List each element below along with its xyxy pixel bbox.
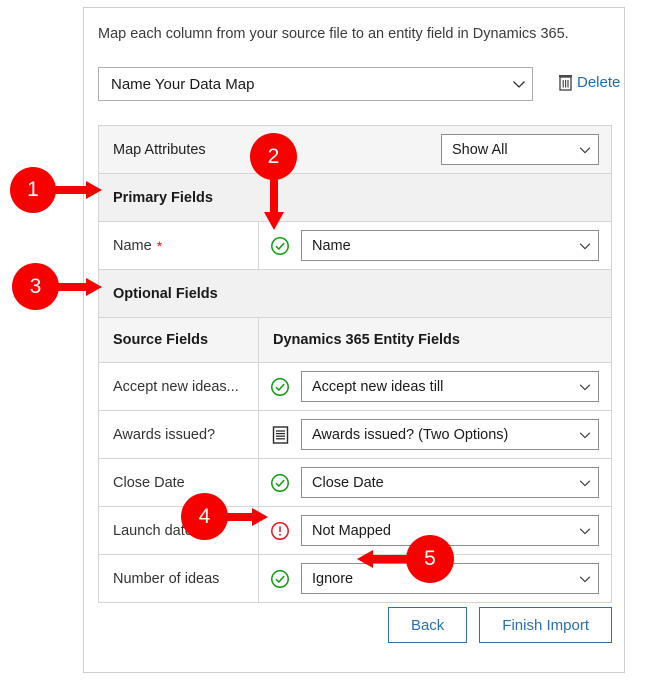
check-circle-icon	[270, 377, 290, 397]
required-asterisk: *	[156, 237, 163, 254]
target-field-select[interactable]: Awards issued? (Two Options)	[301, 419, 599, 450]
source-field-label: Awards issued?	[113, 426, 216, 443]
section-label: Primary Fields	[113, 189, 213, 206]
dialog-footer: Back Finish Import	[84, 607, 626, 643]
source-field-cell: Accept new ideas...	[99, 363, 259, 410]
target-field-select[interactable]: Close Date	[301, 467, 599, 498]
field-mapping-table: Map Attributes Show All Primary Fields N…	[98, 125, 612, 603]
column-header-row: Source Fields Dynamics 365 Entity Fields	[99, 318, 611, 363]
chevron-down-icon	[572, 143, 598, 157]
callout-number: 4	[198, 504, 211, 528]
target-field-cell: Not Mapped	[301, 515, 611, 546]
section-header-optional-fields: Optional Fields	[99, 270, 611, 318]
table-row: Awards issued? Awards issued? (Two Optio…	[99, 411, 611, 459]
target-field-cell: Accept new ideas till	[301, 371, 611, 402]
check-circle-icon	[270, 569, 290, 589]
status-cell	[259, 377, 301, 397]
delete-label: Delete	[577, 74, 621, 91]
callout-badge-1: 1	[10, 167, 56, 213]
source-field-cell: Name *	[99, 222, 259, 269]
data-map-select[interactable]: Name Your Data Map	[98, 67, 533, 101]
map-attributes-row: Map Attributes Show All	[99, 126, 611, 174]
callout-number: 5	[424, 547, 436, 570]
callout-arrow-4	[222, 508, 268, 526]
column-header-source: Source Fields	[99, 318, 259, 362]
target-field-value: Accept new ideas till	[312, 378, 444, 395]
target-field-value: Name	[312, 237, 351, 254]
target-field-cell: Close Date	[301, 467, 611, 498]
callout-number: 1	[27, 178, 39, 201]
callout-badge-3: 3	[12, 263, 59, 310]
source-field-label: Close Date	[113, 474, 185, 491]
chevron-down-icon	[572, 524, 598, 538]
data-map-dialog: Map each column from your source file to…	[83, 7, 625, 673]
error-circle-icon	[270, 521, 290, 541]
chevron-down-icon	[572, 476, 598, 490]
back-button[interactable]: Back	[387, 607, 468, 643]
source-field-cell: Close Date	[99, 459, 259, 506]
target-field-cell: Awards issued? (Two Options)	[301, 419, 611, 450]
status-cell	[259, 569, 301, 589]
section-header-primary-fields: Primary Fields	[99, 174, 611, 222]
check-circle-icon	[270, 236, 290, 256]
status-cell	[259, 236, 301, 256]
source-field-label: Number of ideas	[113, 570, 220, 587]
callout-arrow-1	[50, 181, 102, 199]
source-field-label: Accept new ideas...	[113, 378, 239, 395]
chevron-down-icon	[572, 380, 598, 394]
status-cell	[259, 425, 301, 445]
column-header-target: Dynamics 365 Entity Fields	[273, 332, 460, 348]
data-map-name-row: Name Your Data Map Delete	[98, 67, 620, 101]
attribute-filter-select[interactable]: Show All	[441, 134, 599, 165]
callout-number: 3	[29, 274, 42, 298]
target-field-select[interactable]: Name	[301, 230, 599, 261]
callout-number: 2	[267, 144, 280, 168]
target-field-value: Close Date	[312, 474, 384, 491]
source-field-label: Launch date	[113, 522, 193, 539]
list-icon	[271, 425, 290, 445]
section-label: Optional Fields	[113, 285, 218, 302]
source-field-cell: Number of ideas	[99, 555, 259, 602]
target-field-select[interactable]: Not Mapped	[301, 515, 599, 546]
callout-badge-2: 2	[250, 133, 297, 180]
table-row: Accept new ideas... Accept new ideas til…	[99, 363, 611, 411]
target-field-select[interactable]: Accept new ideas till	[301, 371, 599, 402]
dialog-intro-text: Map each column from your source file to…	[98, 26, 569, 42]
callout-arrow-5	[357, 550, 413, 568]
source-field-cell: Awards issued?	[99, 411, 259, 458]
delete-data-map-button[interactable]: Delete	[558, 73, 620, 92]
source-field-label: Name	[113, 237, 152, 254]
chevron-down-icon	[572, 572, 598, 586]
chevron-down-icon	[506, 76, 532, 92]
table-row: Name * Name	[99, 222, 611, 270]
target-field-value: Awards issued? (Two Options)	[312, 426, 509, 443]
callout-badge-5: 5	[406, 535, 454, 583]
chevron-down-icon	[572, 239, 598, 253]
status-cell	[259, 473, 301, 493]
target-field-cell: Ignore	[301, 563, 611, 594]
table-row: Close Date Close Date	[99, 459, 611, 507]
trash-icon	[558, 73, 575, 92]
target-field-cell: Name	[301, 230, 611, 261]
finish-import-button[interactable]: Finish Import	[479, 607, 612, 643]
chevron-down-icon	[572, 428, 598, 442]
attribute-filter-value: Show All	[452, 141, 508, 158]
callout-badge-4: 4	[181, 493, 228, 540]
data-map-select-value: Name Your Data Map	[111, 75, 255, 93]
check-circle-icon	[270, 473, 290, 493]
